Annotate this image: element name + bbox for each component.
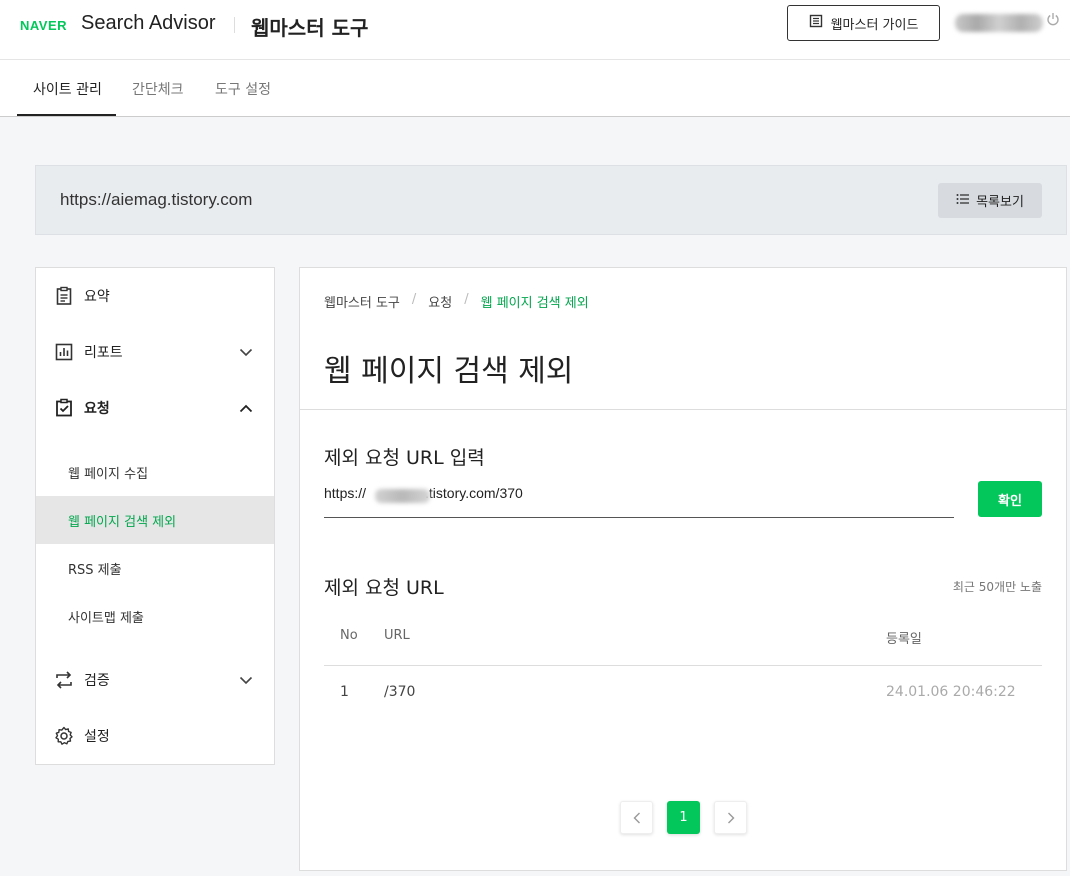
checklist-icon xyxy=(53,397,75,419)
row-date: 24.01.06 20:46:22 xyxy=(886,684,1016,700)
column-header-no: No xyxy=(340,628,358,643)
sidebar-subitem-label: 웹 페이지 수집 xyxy=(68,467,149,482)
app-name[interactable]: Search Advisor xyxy=(81,12,216,35)
tab-simple-check[interactable]: 간단체크 xyxy=(132,79,184,99)
page-button-current[interactable]: 1 xyxy=(667,801,700,834)
url-input-section-title: 제외 요청 URL 입력 xyxy=(324,447,485,469)
sidebar-subitem-label: 사이트맵 제출 xyxy=(68,611,144,626)
webmaster-guide-button[interactable]: 웹마스터 가이드 xyxy=(787,5,940,41)
user-avatar-blurred[interactable] xyxy=(955,14,1043,32)
recent-limit-note: 최근 50개만 노출 xyxy=(952,580,1042,594)
page-title: 웹 페이지 검색 제외 xyxy=(324,354,574,389)
list-icon xyxy=(956,193,970,209)
chart-icon xyxy=(53,341,75,363)
chevron-up-icon[interactable] xyxy=(236,398,256,418)
breadcrumb-item[interactable]: 웹마스터 도구 xyxy=(324,292,400,311)
sidebar: 요약 리포트 요청 웹 페이지 수집 웹 페이지 검색 제외 RSS 제출 사이… xyxy=(35,267,275,765)
breadcrumb-separator: / xyxy=(411,292,417,307)
sidebar-item-label: 검증 xyxy=(84,673,110,689)
sidebar-item-label: 요약 xyxy=(84,289,110,305)
breadcrumb-current: 웹 페이지 검색 제외 xyxy=(480,296,589,311)
chevron-left-icon xyxy=(633,812,640,823)
column-header-url: URL xyxy=(384,628,410,643)
confirm-button[interactable]: 확인 xyxy=(978,481,1042,517)
sidebar-subitem-page-collect[interactable]: 웹 페이지 수집 xyxy=(36,448,274,496)
next-page-button[interactable] xyxy=(714,801,747,834)
sidebar-subitem-rss-submit[interactable]: RSS 제출 xyxy=(36,544,274,592)
site-url: https://aiemag.tistory.com xyxy=(60,190,253,209)
chevron-down-icon[interactable] xyxy=(236,342,256,362)
top-header: NAVER Search Advisor 웹마스터 도구 웹마스터 가이드 xyxy=(0,0,1070,60)
chevron-down-icon[interactable] xyxy=(236,670,256,690)
main-panel: 웹마스터 도구 / 요청 / 웹 페이지 검색 제외 웹 페이지 검색 제외 제… xyxy=(299,267,1067,871)
list-view-label: 목록보기 xyxy=(976,195,1024,210)
header-divider xyxy=(234,17,235,33)
breadcrumb-separator: / xyxy=(464,292,469,307)
guide-label: 웹마스터 가이드 xyxy=(830,17,919,33)
active-tab-indicator xyxy=(17,114,116,116)
table-row[interactable]: 1 /370 24.01.06 20:46:22 xyxy=(324,667,1042,719)
row-no: 1 xyxy=(340,684,349,700)
book-icon xyxy=(809,14,823,32)
swap-icon xyxy=(53,669,75,691)
url-input-prefix: https:// xyxy=(324,485,367,501)
sidebar-item-label: 리포트 xyxy=(84,345,123,361)
sidebar-subitem-label: 웹 페이지 검색 제외 xyxy=(68,515,177,530)
sidebar-subitem-sitemap-submit[interactable]: 사이트맵 제출 xyxy=(36,592,274,640)
sidebar-item-verify[interactable]: 검증 xyxy=(36,656,274,704)
row-url: /370 xyxy=(384,684,416,700)
power-icon[interactable] xyxy=(1046,12,1060,30)
naver-logo[interactable]: NAVER xyxy=(20,18,67,33)
url-redaction-blur xyxy=(375,489,430,503)
tab-bar: 사이트 관리 간단체크 도구 설정 xyxy=(0,60,1070,117)
sidebar-item-settings[interactable]: 설정 xyxy=(36,712,274,760)
sidebar-subitem-label: RSS 제출 xyxy=(68,563,122,578)
clipboard-icon xyxy=(53,285,75,307)
tool-name[interactable]: 웹마스터 도구 xyxy=(251,12,368,41)
prev-page-button[interactable] xyxy=(620,801,653,834)
url-list-section-title: 제외 요청 URL xyxy=(324,577,444,599)
breadcrumb: 웹마스터 도구 / 요청 / 웹 페이지 검색 제외 xyxy=(324,292,589,311)
sidebar-item-report[interactable]: 리포트 xyxy=(36,328,274,376)
tab-site-management[interactable]: 사이트 관리 xyxy=(33,79,102,99)
sidebar-item-request[interactable]: 요청 xyxy=(36,384,274,432)
breadcrumb-item[interactable]: 요청 xyxy=(428,292,452,311)
tab-tool-settings[interactable]: 도구 설정 xyxy=(215,79,271,99)
table-header: No URL 등록일 xyxy=(324,614,1042,666)
site-bar: https://aiemag.tistory.com 목록보기 xyxy=(35,165,1067,235)
chevron-right-icon xyxy=(727,812,734,823)
url-input-suffix: .tistory.com/370 xyxy=(425,485,523,501)
sidebar-subitem-search-exclude[interactable]: 웹 페이지 검색 제외 xyxy=(36,496,274,544)
sidebar-item-label: 요청 xyxy=(84,401,110,417)
gear-icon xyxy=(53,725,75,747)
sidebar-item-summary[interactable]: 요약 xyxy=(36,272,274,320)
column-header-date: 등록일 xyxy=(886,632,922,647)
list-view-button[interactable]: 목록보기 xyxy=(938,183,1042,218)
sidebar-item-label: 설정 xyxy=(84,729,110,745)
title-divider xyxy=(300,409,1066,410)
